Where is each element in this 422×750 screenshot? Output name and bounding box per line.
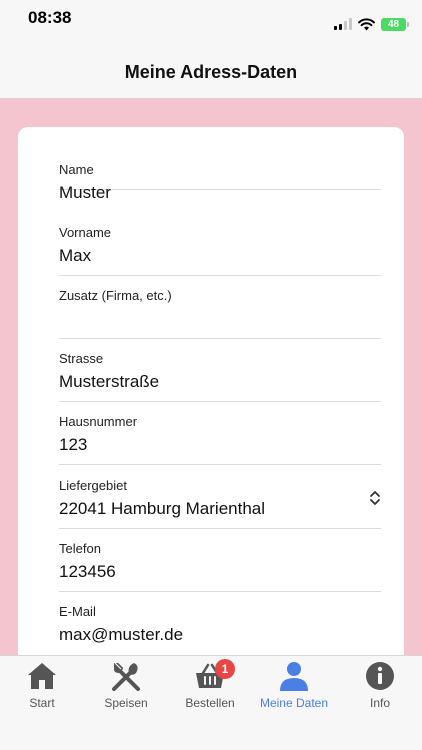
status-time: 08:38 (28, 8, 72, 27)
cellular-signal-icon (334, 18, 352, 30)
field-label: E-Mail (59, 604, 96, 619)
top-bar: 08:38 48 Meine Adress-Daten (0, 0, 422, 99)
field-label: Telefon (59, 541, 101, 556)
field-name[interactable]: Name Muster (59, 127, 381, 202)
battery-icon: 48 (381, 17, 409, 31)
tab-speisen[interactable]: Speisen (84, 656, 168, 716)
tab-label: Bestellen (185, 696, 235, 710)
field-label: Strasse (59, 351, 104, 366)
cart-count-badge: 1 (215, 659, 235, 679)
telefon-input[interactable]: 123456 (59, 562, 116, 582)
field-label: Hausnummer (59, 414, 138, 429)
page-title: Meine Adress-Daten (124, 62, 298, 82)
info-icon (366, 662, 394, 690)
liefergebiet-select[interactable]: 22041 Hamburg Marienthal (59, 499, 265, 519)
tab-label: Start (29, 696, 55, 710)
email-input[interactable]: max@muster.de (59, 625, 183, 645)
field-label: Liefergebiet (59, 478, 127, 493)
user-icon (280, 662, 308, 691)
field-label: Vorname (59, 225, 112, 240)
field-vorname[interactable]: Vorname Max (59, 213, 381, 276)
tab-start[interactable]: Start (0, 656, 84, 716)
tab-info[interactable]: Info (338, 656, 422, 716)
field-zusatz[interactable]: Zusatz (Firma, etc.) (59, 276, 381, 339)
tab-label: Info (369, 696, 390, 710)
field-label: Zusatz (Firma, etc.) (59, 288, 172, 303)
name-input[interactable]: Muster (59, 183, 111, 203)
vorname-input[interactable]: Max (59, 246, 91, 266)
field-email[interactable]: E-Mail max@muster.de (59, 592, 381, 655)
field-label: Name (59, 162, 94, 177)
tab-label: Speisen (104, 696, 148, 710)
wifi-icon (358, 17, 375, 30)
strasse-input[interactable]: Musterstraße (59, 372, 159, 392)
field-telefon[interactable]: Telefon 123456 (59, 529, 381, 592)
tab-bestellen[interactable]: 1 Bestellen (168, 656, 252, 716)
field-hausnummer[interactable]: Hausnummer 123 (59, 402, 381, 465)
status-icons: 48 (334, 16, 409, 32)
field-strasse[interactable]: Strasse Musterstraße (59, 339, 381, 402)
chevron-up-down-icon[interactable] (368, 490, 382, 506)
field-liefergebiet[interactable]: Liefergebiet 22041 Hamburg Marienthal (59, 466, 381, 529)
hausnummer-input[interactable]: 123 (59, 435, 87, 455)
address-form-card: Name Muster Vorname Max Zusatz (Firma, e… (18, 127, 404, 687)
tab-meine-daten[interactable]: Meine Daten (252, 656, 336, 716)
tab-bar: Start Speisen 1 Bestellen Meine Daten In… (0, 655, 422, 750)
tab-label: Meine Daten (259, 696, 329, 710)
cutlery-icon (112, 661, 140, 691)
home-icon (28, 663, 56, 689)
